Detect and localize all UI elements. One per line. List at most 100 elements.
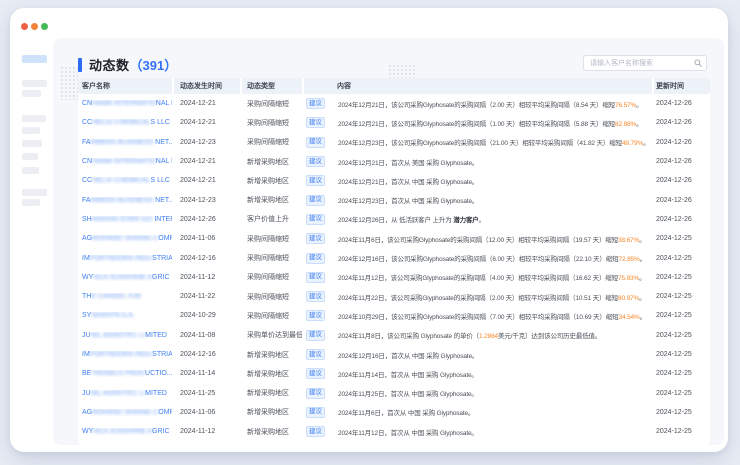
customer-name-link[interactable]: WYNCA SUNSHINE AGRIC ... <box>78 428 172 435</box>
customer-name-link[interactable]: IMPORTADORA INDUSTRIA... <box>78 255 172 262</box>
content-cell: 建议 2024年11月6日，该公司采购Glyphosate的采购间隔（12.00… <box>304 233 652 244</box>
event-type: 新增采购地区 <box>242 157 302 167</box>
sidebar-item[interactable] <box>22 140 42 147</box>
sidebar-item[interactable] <box>22 199 40 206</box>
content-cell: 建议 2024年11月8日，该公司采购 Glyphosate 的单价（1.288… <box>304 330 652 341</box>
sidebar-item[interactable] <box>22 115 46 122</box>
content-cell: 建议 2024年12月21日，该公司采购Glyphosate的采购间隔（1.00… <box>304 117 652 128</box>
customer-name-link[interactable]: IMPORTADORA INDUSTRIA... <box>78 351 172 358</box>
customer-name-link[interactable]: CNHAMA INTERNATIONAL L... <box>78 158 172 165</box>
content-cell: 建议 2024年12月21日，首次从 美国 采购 Glyphosate。 <box>304 156 652 167</box>
customer-name-link[interactable]: CNHAMA INTERNATIONAL L... <box>78 100 172 107</box>
suggestion-tag[interactable]: 建议 <box>306 233 325 244</box>
event-date: 2024-11-14 <box>174 370 240 377</box>
customer-name-link[interactable]: BETRONICS PRODUCTIO... <box>78 370 172 377</box>
suggestion-tag[interactable]: 建议 <box>306 214 325 225</box>
customer-name-link[interactable]: THE CANGEL F2E <box>78 293 172 300</box>
event-type: 新增采购地区 <box>242 350 302 360</box>
update-time: 2024-12-26 <box>654 100 710 107</box>
event-type: 采购间隔缩短 <box>242 118 302 128</box>
suggestion-tag[interactable]: 建议 <box>306 137 325 148</box>
suggestion-tag[interactable]: 建议 <box>306 310 325 321</box>
suggestion-tag[interactable]: 建议 <box>306 388 325 399</box>
update-time: 2024-12-25 <box>654 235 710 242</box>
customer-name-link[interactable]: JUNIL AGROTEC LIMITED <box>78 390 172 397</box>
update-time: 2024-12-25 <box>654 312 710 319</box>
customer-name-link[interactable]: AGROHAND SHAING COMPA... <box>78 235 172 242</box>
suggestion-tag[interactable]: 建议 <box>306 368 325 379</box>
content-cell: 建议 2024年11月12日，首次从 中国 采购 Glyphosate。 <box>304 426 652 437</box>
event-type: 新增采购地区 <box>242 427 302 437</box>
close-window-dot-icon[interactable] <box>21 23 28 30</box>
suggestion-tag[interactable]: 建议 <box>306 156 325 167</box>
event-content: 2024年10月29日，该公司采购Glyphosate的采购间隔（7.00 天）… <box>338 311 646 321</box>
customer-name-link[interactable]: CCHELIS CHEMICALS LLC <box>78 177 172 184</box>
update-time: 2024-12-25 <box>654 274 710 281</box>
table-row: CCHELIS CHEMICALS LLC 2024-12-21 新增采购地区 … <box>78 171 710 190</box>
customer-name-link[interactable]: SHANGHAI EVER GO INTER... <box>78 216 172 223</box>
table-row: FARMERS BUSINESS NET... 2024-12-23 新增采购地… <box>78 190 710 209</box>
event-content: 2024年12月21日，首次从 美国 采购 Glyphosate。 <box>338 157 478 167</box>
customer-name-link[interactable]: FARMERS BUSINESS NET... <box>78 197 172 204</box>
table-body: CNHAMA INTERNATIONAL L... 2024-12-21 采购间… <box>78 94 710 441</box>
sidebar-item[interactable] <box>22 167 39 174</box>
column-header-customer-name: 客户名称 <box>78 78 172 94</box>
event-date: 2024-10-29 <box>174 312 240 319</box>
event-date: 2024-12-26 <box>174 216 240 223</box>
suggestion-tag[interactable]: 建议 <box>306 175 325 186</box>
search-input[interactable] <box>588 59 694 68</box>
suggestion-tag[interactable]: 建议 <box>306 426 325 437</box>
update-time: 2024-12-25 <box>654 332 710 339</box>
update-time: 2024-12-25 <box>654 409 710 416</box>
search-icon[interactable] <box>694 59 702 67</box>
sidebar-item[interactable] <box>22 80 47 87</box>
update-time: 2024-12-25 <box>654 351 710 358</box>
event-content: 2024年12月16日，该公司采购Glyphosate的采购间隔（6.00 天）… <box>338 253 646 263</box>
customer-name-link[interactable]: CCHELIS CHEMICALS LLC <box>78 119 172 126</box>
minimize-window-dot-icon[interactable] <box>31 23 38 30</box>
update-time: 2024-12-25 <box>654 255 710 262</box>
customer-name-link[interactable]: FARMERS BUSINESS NET... <box>78 139 172 146</box>
sidebar-item[interactable] <box>22 90 41 97</box>
content-cell: 建议 2024年12月16日，该公司采购Glyphosate的采购间隔（6.00… <box>304 253 652 264</box>
suggestion-tag[interactable]: 建议 <box>306 253 325 264</box>
event-type: 采购间隔缩短 <box>242 137 302 147</box>
suggestion-tag[interactable]: 建议 <box>306 291 325 302</box>
table-row: CNHAMA INTERNATIONAL L... 2024-12-21 采购间… <box>78 94 710 113</box>
customer-name-link[interactable]: AGROHAND SHAING COMPA... <box>78 409 172 416</box>
table-row: THE CANGEL F2E 2024-11-22 采购间隔缩短 建议 2024… <box>78 287 710 306</box>
content-cell: 建议 2024年11月12日，该公司采购Glyphosate的采购间隔（4.00… <box>304 272 652 283</box>
suggestion-tag[interactable]: 建议 <box>306 98 325 109</box>
event-content: 2024年12月23日，该公司采购Glyphosate的采购间隔（21.00 天… <box>338 137 649 147</box>
customer-name-link[interactable]: SYNGENTA S.A. <box>78 312 172 319</box>
content-cell: 建议 2024年12月21日，首次从 中国 采购 Glyphosate。 <box>304 175 652 186</box>
table-row: WYNCA SUNSHINE AGRIC ... 2024-11-12 新增采购… <box>78 422 710 441</box>
suggestion-tag[interactable]: 建议 <box>306 349 325 360</box>
customer-name-link[interactable]: JUNIL AGROTEC LIMITED <box>78 332 172 339</box>
event-date: 2024-12-21 <box>174 177 240 184</box>
table-row: JUNIL AGROTEC LIMITED 2024-11-25 新增采购地区 … <box>78 383 710 402</box>
suggestion-tag[interactable]: 建议 <box>306 407 325 418</box>
content-cell: 建议 2024年12月21日，该公司采购Glyphosate的采购间隔（2.00… <box>304 98 652 109</box>
table-row: SYNGENTA S.A. 2024-10-29 采购间隔缩短 建议 2024年… <box>78 306 710 325</box>
event-type: 采购间隔缩短 <box>242 272 302 282</box>
event-date: 2024-11-12 <box>174 428 240 435</box>
sidebar-item[interactable] <box>22 127 40 134</box>
customer-name-link[interactable]: WYNCA SUNSHINE AGRIC ... <box>78 274 172 281</box>
update-time: 2024-12-25 <box>654 390 710 397</box>
table-row: IMPORTADORA INDUSTRIA... 2024-12-16 新增采购… <box>78 345 710 364</box>
sidebar-item[interactable] <box>22 153 38 160</box>
suggestion-tag[interactable]: 建议 <box>306 117 325 128</box>
suggestion-tag[interactable]: 建议 <box>306 272 325 283</box>
dot-grid-decoration <box>388 64 416 78</box>
suggestion-tag[interactable]: 建议 <box>306 330 325 341</box>
table-row: CCHELIS CHEMICALS LLC 2024-12-21 采购间隔缩短 … <box>78 113 710 132</box>
column-header-event-date: 动态发生时间 <box>174 78 240 94</box>
sidebar-item[interactable] <box>22 189 47 196</box>
suggestion-tag[interactable]: 建议 <box>306 195 325 206</box>
event-content: 2024年11月6日，该公司采购Glyphosate的采购间隔（12.00 天）… <box>338 234 646 244</box>
maximize-window-dot-icon[interactable] <box>41 23 48 30</box>
sidebar-item-active[interactable] <box>22 55 47 63</box>
table-row: WYNCA SUNSHINE AGRIC ... 2024-11-12 采购间隔… <box>78 268 710 287</box>
column-header-event-type: 动态类型 <box>242 78 302 94</box>
